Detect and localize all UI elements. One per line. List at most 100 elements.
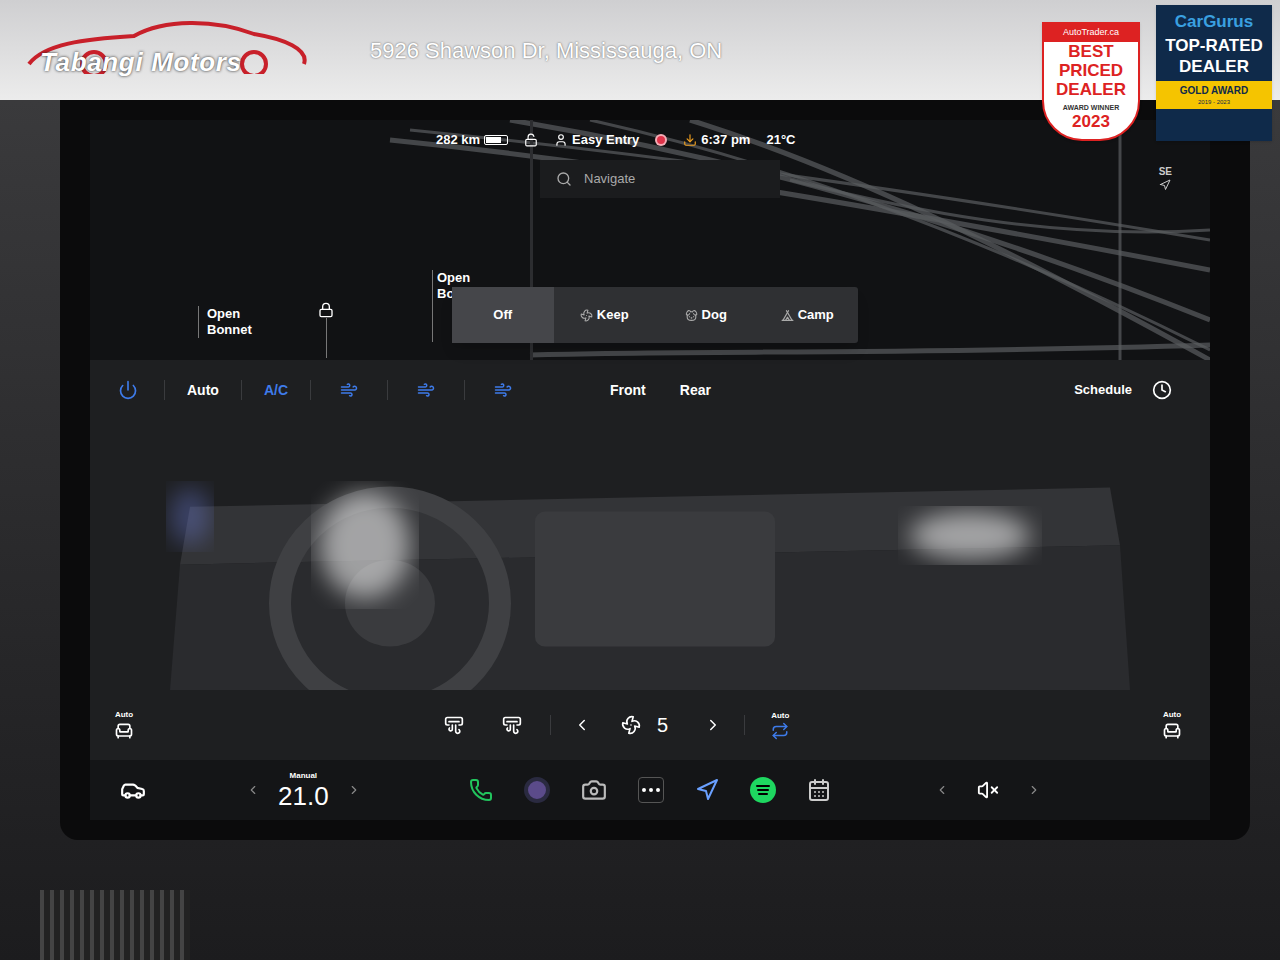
badge-award: GOLD AWARD	[1180, 83, 1249, 98]
badge-line: BEST	[1068, 42, 1113, 61]
divider	[744, 715, 745, 735]
divider	[464, 380, 465, 400]
compass-arrow-icon	[1159, 179, 1171, 191]
fan-icon	[621, 715, 641, 735]
climate-mode[interactable]: A/C	[242, 380, 310, 401]
front-defrost-icon[interactable]	[444, 715, 464, 735]
lock-icon[interactable]	[318, 302, 334, 318]
divider	[550, 715, 551, 735]
divider	[387, 380, 388, 400]
trunk-marker	[318, 302, 334, 358]
power-icon[interactable]	[118, 380, 138, 400]
camera-app-icon[interactable]	[524, 777, 550, 803]
mode-icon	[580, 309, 593, 322]
dealer-logo: Tabangi Motors	[24, 10, 314, 90]
temp-down-icon[interactable]	[246, 783, 260, 797]
page: Tabangi Motors 5926 Shawson Dr, Mississau…	[0, 0, 1280, 960]
airflow-icon[interactable]	[340, 381, 358, 399]
profile[interactable]: Easy Entry	[554, 130, 639, 150]
dash-view[interactable]	[90, 420, 1210, 690]
dealer-address: 5926 Shawson Dr, Mississauga, ON	[370, 34, 722, 67]
seat-icon	[114, 721, 134, 741]
navigate-search[interactable]: Navigate	[540, 160, 780, 198]
dashcam-icon[interactable]	[581, 777, 607, 803]
touchscreen: 282 km Easy Entry 6:37 pm 21°C Navigate SE Ope…	[90, 120, 1210, 820]
spotify-icon[interactable]	[750, 777, 776, 803]
climate-top-row: AutoA/C FrontRear Schedule	[90, 360, 1210, 420]
lock-icon[interactable]	[524, 133, 538, 147]
phone-icon[interactable]	[469, 778, 493, 802]
calendar-icon[interactable]	[807, 778, 831, 802]
badge-sub: AWARD WINNER	[1063, 103, 1119, 114]
climate-mode[interactable]: Auto	[165, 380, 241, 401]
camp-mode-popup: OffKeepDogCamp	[452, 287, 858, 343]
camp-mode-option[interactable]: Dog	[655, 287, 757, 343]
divider	[241, 380, 242, 400]
rear-defrost-icon[interactable]	[502, 715, 522, 735]
temp-value: 21.0	[278, 782, 329, 810]
airflow-icon[interactable]	[417, 381, 435, 399]
badge-line: DEALER	[1179, 56, 1249, 77]
divider	[310, 380, 311, 400]
outside-temp: 21°C	[766, 130, 795, 150]
car-interior: 282 km Easy Entry 6:37 pm 21°C Navigate SE Ope…	[0, 100, 1280, 960]
autotrader-badge: AutoTrader.caBESTPRICEDDEALER AWARD WINNE…	[1042, 22, 1140, 141]
fan-up-icon[interactable]	[704, 716, 722, 734]
badge-year: 2023	[1072, 113, 1110, 131]
search-icon	[556, 171, 572, 187]
mode-icon	[685, 309, 698, 322]
app-launcher	[469, 777, 831, 803]
schedule-button[interactable]: Schedule	[1074, 380, 1132, 400]
airflow-icon[interactable]	[494, 381, 512, 399]
badge-line: PRICED	[1059, 61, 1123, 80]
mode-icon	[781, 309, 794, 322]
fan-down-icon[interactable]	[573, 716, 591, 734]
compass[interactable]: SE	[1159, 164, 1172, 191]
screen-bezel: 282 km Easy Entry 6:37 pm 21°C Navigate SE Ope…	[60, 100, 1250, 840]
badge-line: TOP-RATED	[1165, 35, 1263, 56]
battery-icon	[484, 135, 508, 145]
taskbar: Manual21.0	[90, 760, 1210, 820]
badge-line: DEALER	[1056, 80, 1126, 99]
car-icon[interactable]	[120, 777, 146, 803]
divider	[164, 380, 165, 400]
recirculation[interactable]: Auto	[771, 710, 789, 740]
more-apps-icon[interactable]	[638, 777, 664, 803]
dashboard-illustration	[90, 420, 1210, 690]
clock-icon[interactable]	[1152, 380, 1172, 400]
navigation-app-icon[interactable]	[695, 778, 719, 802]
badges: AutoTrader.caBESTPRICEDDEALERAWARD WINNE…	[1042, 5, 1272, 141]
vent-grille	[40, 890, 190, 960]
camp-mode-option[interactable]: Keep	[554, 287, 656, 343]
center-console	[0, 840, 1280, 960]
temp-up-icon[interactable]	[347, 783, 361, 797]
autotrader-brand: AutoTrader.ca	[1044, 24, 1138, 42]
camp-mode-option[interactable]: Off	[452, 287, 554, 343]
climate-panel: AutoA/CFrontRearScheduleAuto5AutoAuto	[90, 360, 1210, 760]
seat-heater-right[interactable]: Auto	[1162, 709, 1182, 741]
driver-temp[interactable]: Manual21.0	[278, 770, 329, 810]
status-bar: 282 km Easy Entry 6:37 pm 21°C	[436, 130, 795, 150]
volume-icon[interactable]	[977, 779, 999, 801]
clock: 6:37 pm	[683, 130, 750, 150]
dealer-name: Tabangi Motors	[40, 43, 242, 82]
zone-tab[interactable]: Front	[593, 380, 663, 401]
volume-up-icon[interactable]	[1027, 783, 1041, 797]
zone-tab[interactable]: Rear	[663, 380, 728, 401]
camp-mode-option[interactable]: Camp	[757, 287, 859, 343]
map-label[interactable]: OpenBonnet	[198, 306, 252, 338]
seat-heater-left[interactable]: Auto	[114, 709, 134, 741]
volume-down-icon[interactable]	[935, 783, 949, 797]
range-text: 282 km	[436, 130, 480, 150]
badge-years: 2019 - 2023	[1198, 98, 1230, 107]
record-dot-icon[interactable]	[655, 134, 667, 146]
cargurus-badge: CarGurusTOP-RATEDDEALERGOLD AWARD2019 - …	[1156, 5, 1272, 141]
gold-strip: GOLD AWARD2019 - 2023	[1156, 81, 1272, 109]
download-icon	[683, 133, 697, 147]
recirculate-icon	[771, 722, 789, 740]
range: 282 km	[436, 130, 508, 150]
compass-heading: SE	[1159, 164, 1172, 179]
fan-speed: 5	[657, 710, 668, 740]
user-icon	[554, 133, 568, 147]
map-view[interactable]: 282 km Easy Entry 6:37 pm 21°C Navigate SE Ope…	[90, 120, 1210, 360]
